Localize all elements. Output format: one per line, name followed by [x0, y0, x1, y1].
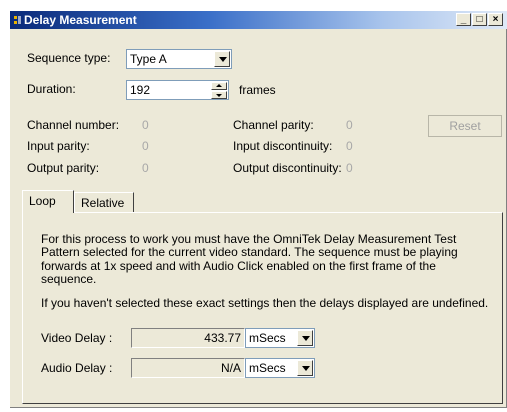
- audio-delay-readout: N/A: [131, 358, 245, 378]
- duration-spinner[interactable]: 192: [126, 80, 229, 100]
- chevron-down-icon[interactable]: [214, 51, 230, 67]
- reset-button[interactable]: Reset: [428, 115, 502, 137]
- delay-measurement-window: Delay Measurement _ □ × Sequence type: T…: [10, 11, 507, 408]
- video-delay-readout: 433.77: [131, 328, 245, 348]
- close-button[interactable]: ×: [488, 13, 503, 26]
- channel-number-value: 0: [142, 118, 149, 132]
- instruction-line-2: Pattern selected for the current video s…: [41, 245, 458, 259]
- tab-relative-label: Relative: [81, 196, 125, 210]
- sequence-type-value: Type A: [130, 52, 167, 66]
- tab-loop-label: Loop: [29, 194, 56, 208]
- input-discontinuity-value: 0: [346, 139, 353, 153]
- minimize-icon: _: [460, 14, 467, 25]
- spin-up-icon[interactable]: [211, 82, 227, 90]
- output-parity-label: Output parity:: [27, 161, 100, 175]
- undefined-warning: If you haven't selected these exact sett…: [41, 296, 489, 310]
- title-bar[interactable]: Delay Measurement _ □ ×: [10, 11, 507, 29]
- sequence-type-select[interactable]: Type A: [126, 49, 232, 69]
- video-delay-unit: mSecs: [249, 331, 286, 345]
- spin-down-icon[interactable]: [211, 91, 227, 99]
- input-parity-label: Input parity:: [27, 139, 90, 153]
- maximize-button[interactable]: □: [472, 13, 487, 26]
- minimize-button[interactable]: _: [456, 13, 471, 26]
- audio-delay-unit: mSecs: [249, 361, 286, 375]
- channel-parity-label: Channel parity:: [233, 118, 314, 132]
- close-icon: ×: [492, 14, 499, 25]
- output-parity-value: 0: [142, 161, 149, 175]
- window-title: Delay Measurement: [24, 13, 137, 27]
- audio-delay-label: Audio Delay :: [41, 361, 113, 375]
- tab-relative[interactable]: Relative: [74, 192, 134, 213]
- audio-delay-unit-select[interactable]: mSecs: [245, 358, 315, 378]
- video-delay-value: 433.77: [204, 331, 241, 345]
- input-parity-value: 0: [142, 139, 149, 153]
- duration-label: Duration:: [27, 82, 76, 96]
- instruction-line-3: forwards at 1x speed and with Audio Clic…: [41, 259, 436, 273]
- maximize-icon: □: [476, 14, 483, 25]
- input-discontinuity-label: Input discontinuity:: [233, 139, 333, 153]
- video-delay-unit-select[interactable]: mSecs: [245, 328, 315, 348]
- sequence-type-label: Sequence type:: [27, 51, 111, 65]
- duration-value: 192: [130, 83, 151, 97]
- channel-parity-value: 0: [346, 118, 353, 132]
- tab-loop[interactable]: Loop: [22, 190, 74, 213]
- channel-number-label: Channel number:: [27, 118, 120, 132]
- video-delay-label: Video Delay :: [41, 331, 113, 345]
- chevron-down-icon[interactable]: [297, 330, 313, 346]
- audio-delay-value: N/A: [220, 361, 241, 375]
- instruction-line-4: sequence.: [41, 272, 97, 286]
- output-discontinuity-label: Output discontinuity:: [233, 161, 342, 175]
- loop-tab-panel: For this process to work you must have t…: [22, 212, 503, 404]
- duration-unit: frames: [239, 83, 276, 97]
- chevron-down-icon[interactable]: [297, 360, 313, 376]
- output-discontinuity-value: 0: [346, 161, 353, 175]
